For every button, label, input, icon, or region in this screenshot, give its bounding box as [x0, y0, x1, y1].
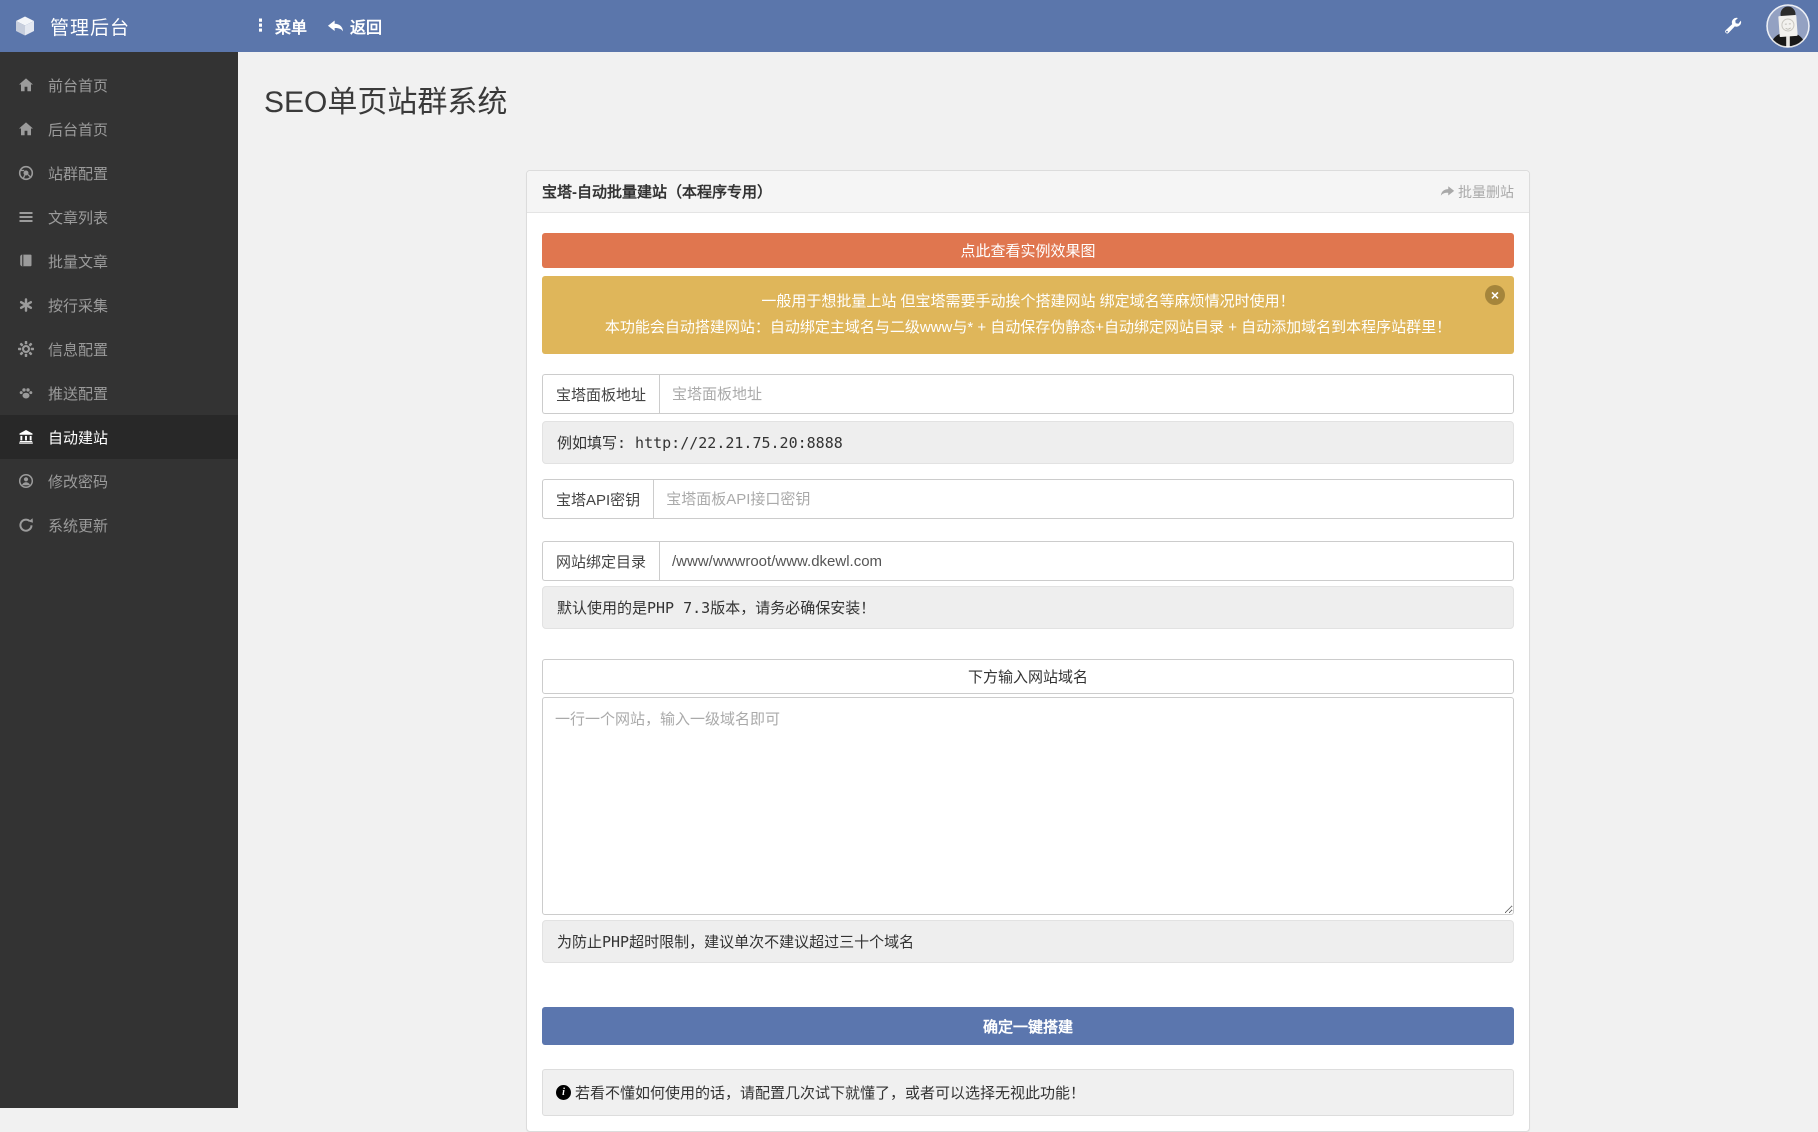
panel-body: 点此查看实例效果图 × 一般用于想批量上站 但宝塔需要手动挨个搭建网站 绑定域名… — [527, 213, 1529, 1131]
sidebar-item-label: 信息配置 — [48, 339, 108, 360]
sidebar-item-article-list[interactable]: 文章列表 — [0, 195, 238, 239]
sidebar-item-label: 前台首页 — [48, 75, 108, 96]
paw-icon — [17, 385, 35, 401]
brand-title: 管理后台 — [50, 13, 130, 40]
domains-help: 为防止PHP超时限制，建议单次不建议超过三十个域名 — [542, 920, 1514, 963]
domains-header: 下方输入网站域名 — [542, 659, 1514, 694]
batch-delete-link[interactable]: 批量删站 — [1440, 182, 1514, 202]
brand[interactable]: 管理后台 — [0, 13, 238, 40]
bind-dir-label: 网站绑定目录 — [542, 541, 659, 581]
sidebar-item-admin-home[interactable]: 后台首页 — [0, 107, 238, 151]
submit-build-button[interactable]: 确定一键搭建 — [542, 1007, 1514, 1045]
sidebar-item-change-password[interactable]: 修改密码 — [0, 459, 238, 503]
alert-line-1: 一般用于想批量上站 但宝塔需要手动挨个搭建网站 绑定域名等麻烦情况时使用！ — [592, 289, 1464, 315]
sidebar-menu: 前台首页 后台首页 站群配置 文章列表 — [0, 52, 238, 547]
panel-title: 宝塔-自动批量建站（本程序专用） — [542, 181, 772, 202]
list-icon — [17, 209, 35, 225]
sidebar-item-label: 批量文章 — [48, 251, 108, 272]
back-button[interactable]: 返回 — [327, 14, 382, 38]
sidebar-item-label: 按行采集 — [48, 295, 108, 316]
globe-icon — [17, 165, 35, 181]
batch-delete-label: 批量删站 — [1458, 182, 1514, 202]
refresh-icon — [17, 517, 35, 533]
home-icon — [17, 121, 35, 137]
close-icon[interactable]: × — [1485, 285, 1505, 305]
info-icon: i — [556, 1085, 571, 1100]
bind-dir-group: 网站绑定目录 — [542, 541, 1514, 581]
book-icon — [17, 253, 35, 269]
auto-build-panel: 宝塔-自动批量建站（本程序专用） 批量删站 点此查看实例效果图 × 一般用于想批… — [526, 170, 1530, 1132]
sidebar-item-system-update[interactable]: 系统更新 — [0, 503, 238, 547]
bind-dir-input[interactable] — [659, 541, 1514, 581]
sidebar-item-label: 自动建站 — [48, 427, 108, 448]
top-header: 管理后台 ⋮ 菜单 返回 — [0, 0, 1818, 52]
home-icon — [17, 77, 35, 93]
sidebar: 前台首页 后台首页 站群配置 文章列表 — [0, 52, 238, 1108]
api-key-group: 宝塔API密钥 — [542, 479, 1514, 519]
api-key-input[interactable] — [653, 479, 1514, 519]
sidebar-item-label: 修改密码 — [48, 471, 108, 492]
gear-icon — [17, 341, 35, 357]
sidebar-item-info-config[interactable]: 信息配置 — [0, 327, 238, 371]
sidebar-item-label: 后台首页 — [48, 119, 108, 140]
user-avatar[interactable] — [1766, 4, 1810, 48]
sidebar-item-front-home[interactable]: 前台首页 — [0, 63, 238, 107]
view-example-button[interactable]: 点此查看实例效果图 — [542, 233, 1514, 268]
panel-address-help: 例如填写: http://22.21.75.20:8888 — [542, 421, 1514, 464]
sidebar-item-push-config[interactable]: 推送配置 — [0, 371, 238, 415]
panel-address-label: 宝塔面板地址 — [542, 374, 659, 414]
menu-button[interactable]: ⋮ 菜单 — [252, 14, 307, 38]
menu-label: 菜单 — [275, 14, 307, 38]
page-title: SEO单页站群系统 — [238, 52, 1818, 121]
usage-alert: × 一般用于想批量上站 但宝塔需要手动挨个搭建网站 绑定域名等麻烦情况时使用！ … — [542, 276, 1514, 354]
panel-heading: 宝塔-自动批量建站（本程序专用） 批量删站 — [527, 171, 1529, 213]
cube-logo-icon — [14, 15, 36, 37]
alert-line-2: 本功能会自动搭建网站：自动绑定主域名与二级www与* + 自动保存伪静态+自动绑… — [592, 315, 1464, 341]
user-icon — [17, 473, 35, 489]
sidebar-item-label: 文章列表 — [48, 207, 108, 228]
asterisk-icon — [17, 297, 35, 313]
share-icon — [1440, 184, 1455, 199]
top-right-actions — [1724, 4, 1818, 48]
bank-icon — [17, 429, 35, 445]
sidebar-item-sitegroup-config[interactable]: 站群配置 — [0, 151, 238, 195]
sidebar-item-line-collect[interactable]: 按行采集 — [0, 283, 238, 327]
sidebar-item-label: 站群配置 — [48, 163, 108, 184]
menu-dots-icon: ⋮ — [252, 17, 269, 34]
sidebar-item-label: 推送配置 — [48, 383, 108, 404]
panel-address-group: 宝塔面板地址 — [542, 374, 1514, 414]
reply-icon — [327, 18, 344, 35]
sidebar-item-label: 系统更新 — [48, 515, 108, 536]
footer-note-text: 若看不懂如何使用的话，请配置几次试下就懂了，或者可以选择无视此功能！ — [575, 1082, 1085, 1103]
main-content: SEO单页站群系统 宝塔-自动批量建站（本程序专用） 批量删站 点此查看实例效果… — [238, 52, 1818, 1108]
top-nav: ⋮ 菜单 返回 — [238, 14, 382, 38]
sidebar-item-batch-article[interactable]: 批量文章 — [0, 239, 238, 283]
back-label: 返回 — [350, 14, 382, 38]
api-key-label: 宝塔API密钥 — [542, 479, 653, 519]
sidebar-item-auto-build[interactable]: 自动建站 — [0, 415, 238, 459]
wrench-icon[interactable] — [1724, 17, 1742, 35]
domains-textarea[interactable] — [542, 697, 1514, 915]
footer-note: i 若看不懂如何使用的话，请配置几次试下就懂了，或者可以选择无视此功能！ — [542, 1069, 1514, 1116]
panel-address-input[interactable] — [659, 374, 1514, 414]
bind-dir-help: 默认使用的是PHP 7.3版本，请务必确保安装！ — [542, 586, 1514, 629]
